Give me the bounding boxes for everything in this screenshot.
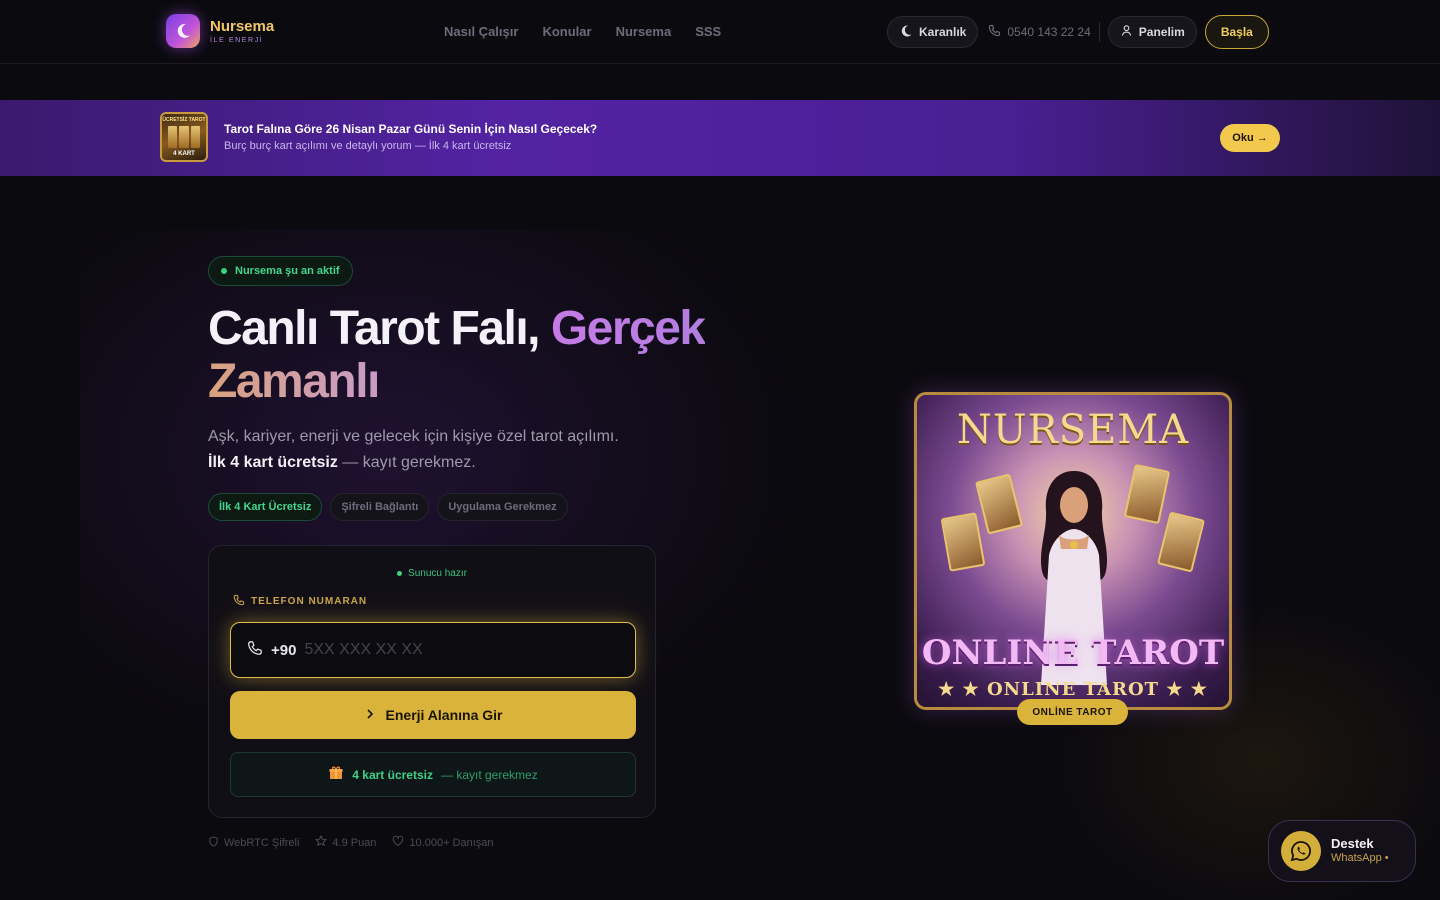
- tarot-card-illustration: [975, 473, 1023, 535]
- start-button[interactable]: Başla: [1204, 15, 1269, 49]
- tarot-image-main-label: ONLINE TAROT: [921, 633, 1225, 673]
- trust-item-clients: 10.000+ Danışan: [392, 835, 494, 850]
- gift-icon: [328, 765, 344, 784]
- panel-button[interactable]: Panelim: [1107, 16, 1197, 48]
- header-phone-number: 0540 143 22 24: [1007, 25, 1091, 39]
- banner-title: Tarot Falına Göre 26 Nisan Pazar Günü Se…: [224, 122, 598, 136]
- whatsapp-support-button[interactable]: Destek WhatsApp •: [1268, 820, 1416, 882]
- theme-toggle-label: Karanlık: [919, 25, 967, 39]
- tag-no-app: Uygulama Gerekmez: [437, 493, 568, 521]
- brand-name: Nursema: [210, 17, 275, 35]
- trust-item-encrypted-label: WebRTC Şifreli: [224, 836, 300, 849]
- hero-description-line: Aşk, kariyer, enerji ve gelecek için kiş…: [208, 428, 619, 445]
- trust-indicators: WebRTC Şifreli 4.9 Puan 10.000+ Danışan: [208, 834, 494, 850]
- chevron-right-icon: [364, 707, 376, 723]
- banner-read-button[interactable]: Oku →: [1220, 124, 1280, 152]
- main-nav: Nasıl Çalışır Konular Nursema SSS: [444, 24, 721, 39]
- tarot-card-illustration: [1123, 463, 1171, 525]
- hero-description-bold: İlk 4 kart ücretsiz: [208, 454, 338, 471]
- heart-icon: [392, 835, 404, 850]
- header-actions: Karanlık 0540 143 22 24 Panelim Başla: [887, 15, 1269, 49]
- trust-item-rating: 4.9 Puan: [315, 834, 377, 850]
- banner-thumbnail: ÜCRETSİZ TAROT 4 KART: [160, 112, 208, 162]
- server-dot-icon: [397, 570, 403, 576]
- brand-tagline: İLE ENERJİ: [210, 36, 264, 44]
- hero-title-accent: Gerçek: [550, 302, 706, 355]
- status-badge-label: Nursema şu an aktif: [235, 265, 340, 277]
- nav-link-faq[interactable]: SSS: [695, 24, 721, 39]
- status-badge: Nursema şu an aktif: [208, 256, 353, 286]
- tarot-image-title: NURSEMA: [956, 407, 1190, 453]
- tarot-card-illustration: [940, 512, 986, 572]
- nav-link-topics[interactable]: Konular: [542, 24, 591, 39]
- hero-title: Canlı Tarot Falı, Gerçek Zamanlı: [208, 302, 808, 408]
- tarot-image-sub-label: ★ ★ ONLINE TAROT ★ ★: [938, 679, 1208, 700]
- free-cards-notice: 4 kart ücretsiz — kayıt gerekmez: [230, 752, 636, 797]
- banner-thumbnail-bottom-text: 4 KART: [173, 151, 195, 157]
- trust-item-rating-label: 4.9 Puan: [332, 836, 377, 849]
- phone-field-label-text: TELEFON NUMARAN: [251, 596, 368, 607]
- server-status: Sunucu hazır: [209, 568, 655, 579]
- tarot-image-badge: ONLİNE TAROT: [1017, 699, 1128, 725]
- hero-title-accent-2: Zamanlı: [208, 355, 380, 408]
- free-cards-highlight: 4 kart ücretsiz: [352, 767, 433, 782]
- support-title: Destek: [1331, 836, 1374, 852]
- tag-encrypted: Şifreli Bağlantı: [330, 493, 430, 521]
- star-icon: [315, 834, 328, 850]
- moon-logo-icon: [166, 14, 200, 48]
- tarot-card-illustration: [1157, 511, 1205, 573]
- header-phone[interactable]: 0540 143 22 24: [988, 22, 1100, 42]
- tag-free-cards: İlk 4 Kart Ücretsiz: [208, 493, 323, 521]
- submit-button-label: Enerji Alanına Gir: [385, 707, 503, 723]
- moon-icon: [899, 24, 913, 41]
- feature-tags: İlk 4 Kart Ücretsiz Şifreli Bağlantı Uyg…: [208, 493, 568, 521]
- tarot-cards-illustration: [168, 126, 200, 148]
- user-icon: [1120, 24, 1133, 40]
- hero-description: Aşk, kariyer, enerji ve gelecek için kiş…: [208, 424, 688, 476]
- hero-title-main: Canlı Tarot Falı,: [208, 302, 551, 355]
- phone-icon: [988, 24, 1001, 40]
- nav-link-nursema[interactable]: Nursema: [616, 24, 672, 39]
- phone-field-label: TELEFON NUMARAN: [233, 594, 367, 609]
- phone-icon: [247, 640, 263, 661]
- phone-form-card: Sunucu hazır TELEFON NUMARAN +90 Enerji …: [208, 545, 656, 818]
- support-subtitle: WhatsApp •: [1331, 852, 1389, 865]
- brand-logo[interactable]: Nursema İLE ENERJİ: [166, 14, 274, 48]
- phone-input[interactable]: [304, 641, 605, 659]
- phone-input-wrapper[interactable]: +90: [230, 622, 636, 678]
- banner-subtitle: Burç burç kart açılımı ve detaylı yorum …: [224, 140, 512, 152]
- online-dot-icon: [221, 268, 227, 274]
- promo-banner[interactable]: ÜCRETSİZ TAROT 4 KART Tarot Falına Göre …: [0, 100, 1440, 176]
- trust-item-clients-label: 10.000+ Danışan: [409, 836, 494, 849]
- nav-link-how-it-works[interactable]: Nasıl Çalışır: [444, 24, 518, 39]
- tarot-hero-image: NURSEMA ONLINE TAROT ★ ★ ONLINE TAROT ★ …: [914, 392, 1232, 710]
- submit-button[interactable]: Enerji Alanına Gir: [230, 691, 636, 739]
- whatsapp-icon: [1281, 831, 1321, 871]
- free-cards-rest: — kayıt gerekmez: [441, 767, 538, 782]
- theme-toggle-button[interactable]: Karanlık: [887, 16, 979, 48]
- phone-icon: [233, 594, 245, 609]
- site-header: Nursema İLE ENERJİ Nasıl Çalışır Konular…: [0, 0, 1440, 64]
- panel-button-label: Panelim: [1138, 25, 1185, 39]
- country-code: +90: [271, 641, 297, 659]
- banner-thumbnail-top-text: ÜCRETSİZ TAROT: [162, 117, 206, 123]
- shield-icon: [208, 835, 219, 850]
- hero-description-rest: — kayıt gerekmez.: [337, 454, 476, 471]
- server-status-label: Sunucu hazır: [408, 568, 467, 579]
- trust-item-encrypted: WebRTC Şifreli: [208, 835, 299, 850]
